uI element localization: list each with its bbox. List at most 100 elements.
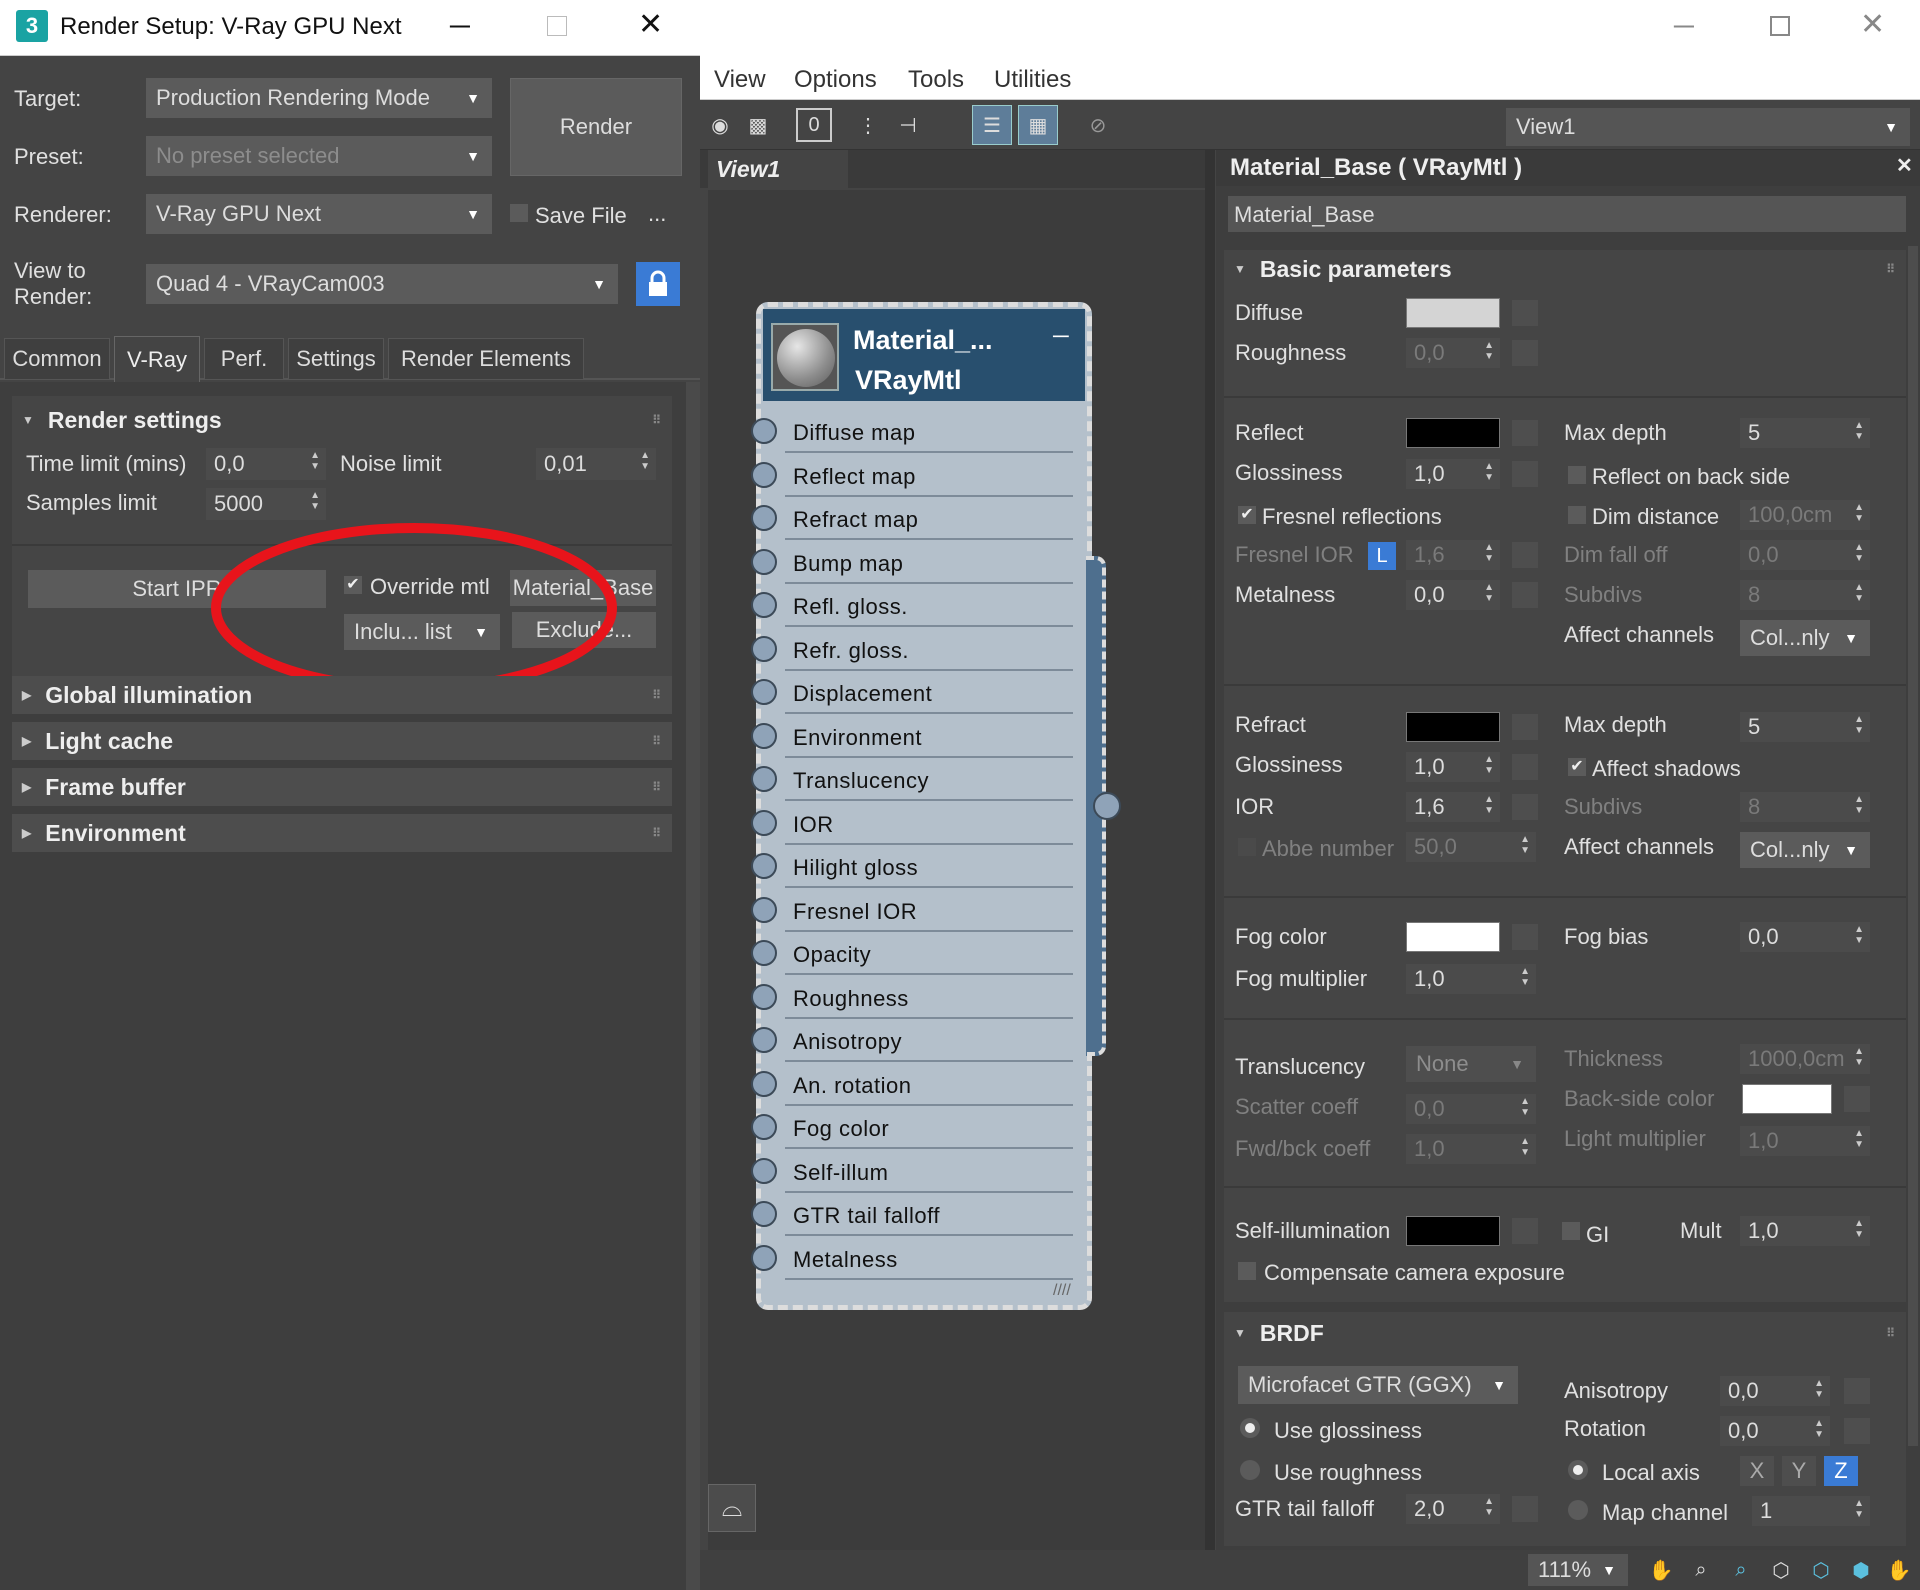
node-slot[interactable]: Refr. gloss.: [751, 629, 1083, 671]
reflect-max-depth-spinner[interactable]: 5 ▲ ▼: [1740, 418, 1870, 448]
node-header[interactable]: Material_... VRayMtl ─: [763, 309, 1085, 401]
node-slot[interactable]: Self-illum: [751, 1151, 1083, 1193]
use-glossiness-radio[interactable]: [1240, 1418, 1260, 1438]
affect-shadows-checkbox[interactable]: ✔: [1568, 758, 1586, 776]
rollout-light-cache[interactable]: ▶ Light cache ⠿: [12, 722, 672, 760]
input-socket[interactable]: [751, 1114, 777, 1140]
output-socket[interactable]: [1093, 792, 1121, 820]
map-channel-radio[interactable]: [1568, 1500, 1588, 1520]
pan-to-selected-icon[interactable]: ⬢: [1844, 1550, 1878, 1590]
save-file-browse-button[interactable]: ...: [648, 203, 666, 225]
tab-common[interactable]: Common: [4, 338, 110, 380]
rotation-map-button[interactable]: [1844, 1418, 1870, 1444]
fog-multiplier-spinner[interactable]: 1,0 ▲ ▼: [1406, 964, 1536, 994]
input-socket[interactable]: [751, 809, 777, 836]
metalness-map-button[interactable]: [1512, 582, 1538, 608]
sphere-checker-icon[interactable]: ▩: [740, 105, 776, 145]
show-map-icon[interactable]: ▦: [1018, 105, 1058, 145]
node-slot[interactable]: Fog color: [751, 1107, 1083, 1149]
diffuse-map-button[interactable]: [1512, 300, 1538, 326]
collapse-node-icon[interactable]: ─: [1053, 325, 1069, 347]
input-socket[interactable]: [751, 1201, 777, 1227]
ior-spinner[interactable]: 1,6 ▲ ▼: [1406, 792, 1500, 822]
node-slot[interactable]: Fresnel IOR: [751, 890, 1083, 932]
tab-view1[interactable]: View1: [708, 150, 848, 188]
thickness-spinner[interactable]: 1000,0cm ▲ ▼: [1740, 1044, 1870, 1074]
abbe-number-checkbox[interactable]: [1238, 838, 1256, 856]
tab-vray[interactable]: V-Ray: [114, 336, 200, 382]
move-children-icon[interactable]: ⋮: [850, 105, 886, 145]
brdf-header[interactable]: ▼ BRDF ⠿: [1224, 1314, 1906, 1352]
view-dropdown[interactable]: Quad 4 - VRayCam003 ▼: [146, 264, 618, 304]
anisotropy-spinner[interactable]: 0,0 ▲ ▼: [1720, 1376, 1830, 1406]
fresnel-ior-lock-button[interactable]: L: [1368, 542, 1396, 570]
zoom-dropdown[interactable]: 111% ▼: [1528, 1554, 1628, 1586]
input-socket[interactable]: [751, 1070, 777, 1097]
resize-grip-icon[interactable]: ////: [1053, 1283, 1071, 1299]
gtr-tail-falloff-spinner[interactable]: 2,0 ▲ ▼: [1406, 1494, 1500, 1524]
zoom-extents-icon[interactable]: ⬡: [1764, 1550, 1798, 1590]
compensate-exposure-checkbox[interactable]: [1238, 1262, 1256, 1280]
axis-x-button[interactable]: X: [1740, 1456, 1774, 1486]
hand-icon[interactable]: ✋: [1882, 1550, 1916, 1590]
self-illumination-map-button[interactable]: [1512, 1218, 1538, 1244]
refract-glossiness-spinner[interactable]: 1,0 ▲ ▼: [1406, 752, 1500, 782]
input-socket[interactable]: [751, 853, 777, 879]
render-settings-header[interactable]: ▼ Render settings ⠿: [12, 400, 672, 440]
refract-map-button[interactable]: [1512, 714, 1538, 740]
input-socket[interactable]: [751, 940, 777, 966]
node-slot[interactable]: Translucency: [751, 759, 1083, 801]
axis-z-button[interactable]: Z: [1824, 1456, 1858, 1486]
refract-affect-channels-dropdown[interactable]: Col...nly ▼: [1740, 832, 1870, 868]
view-select-dropdown[interactable]: View1 ▼: [1506, 108, 1910, 146]
reflect-glossiness-map-button[interactable]: [1512, 461, 1538, 487]
gtr-map-button[interactable]: [1512, 1496, 1538, 1522]
rollout-global-illumination[interactable]: ▶ Global illumination ⠿: [12, 676, 672, 714]
noise-limit-spinner[interactable]: 0,01 ▲ ▼: [536, 448, 656, 480]
pan-hand-icon[interactable]: ✋: [1644, 1550, 1678, 1590]
reflect-back-side-checkbox[interactable]: [1568, 466, 1586, 484]
node-slot[interactable]: Anisotropy: [751, 1020, 1083, 1062]
backside-color-swatch[interactable]: [1742, 1084, 1832, 1114]
node-slot[interactable]: An. rotation: [751, 1064, 1083, 1106]
panel-scrollbar[interactable]: [1908, 246, 1918, 1446]
node-slot[interactable]: Bump map: [751, 542, 1083, 584]
fog-color-swatch[interactable]: [1406, 922, 1500, 952]
local-axis-radio[interactable]: [1568, 1460, 1588, 1480]
rollout-environment[interactable]: ▶ Environment ⠿: [12, 814, 672, 852]
preset-dropdown[interactable]: No preset selected ▼: [146, 136, 492, 176]
reflect-map-button[interactable]: [1512, 420, 1538, 446]
input-socket[interactable]: [751, 592, 777, 618]
refract-color-swatch[interactable]: [1406, 712, 1500, 742]
dim-falloff-spinner[interactable]: 0,0 ▲ ▼: [1740, 540, 1870, 570]
refract-glossiness-map-button[interactable]: [1512, 754, 1538, 780]
map-channel-spinner[interactable]: 1 ▲ ▼: [1752, 1496, 1870, 1526]
node-slot[interactable]: Reflect map: [751, 455, 1083, 497]
zoom-extents-selected-icon[interactable]: ⬡: [1804, 1550, 1838, 1590]
hide-unused-icon[interactable]: ⊘: [1080, 105, 1116, 145]
node-slot[interactable]: Roughness: [751, 977, 1083, 1019]
brdf-type-dropdown[interactable]: Microfacet GTR (GGX) ▼: [1238, 1366, 1518, 1404]
ior-map-button[interactable]: [1512, 794, 1538, 820]
renderer-dropdown[interactable]: V-Ray GPU Next ▼: [146, 194, 492, 234]
input-socket[interactable]: [751, 548, 777, 575]
node-slot[interactable]: IOR: [751, 803, 1083, 845]
rollout-frame-buffer[interactable]: ▶ Frame buffer ⠿: [12, 768, 672, 806]
zero-icon[interactable]: 0: [796, 108, 832, 142]
fog-bias-spinner[interactable]: 0,0 ▲ ▼: [1740, 922, 1870, 952]
dim-distance-checkbox[interactable]: [1568, 506, 1586, 524]
fresnel-ior-map-button[interactable]: [1512, 542, 1538, 568]
node-slot[interactable]: Diffuse map: [751, 411, 1083, 453]
fog-color-map-button[interactable]: [1512, 924, 1538, 950]
input-socket[interactable]: [751, 896, 777, 923]
anisotropy-map-button[interactable]: [1844, 1378, 1870, 1404]
layout-icon[interactable]: ⊣: [890, 105, 926, 145]
backside-map-button[interactable]: [1844, 1086, 1870, 1112]
input-socket[interactable]: [751, 1027, 777, 1053]
close-icon[interactable]: ✕: [638, 10, 663, 40]
menu-utilities[interactable]: Utilities: [994, 68, 1071, 92]
save-file-checkbox[interactable]: [510, 204, 528, 222]
tab-perf[interactable]: Perf.: [204, 338, 284, 380]
close-icon[interactable]: ✕: [1860, 10, 1885, 40]
lock-view-button[interactable]: [636, 262, 680, 306]
